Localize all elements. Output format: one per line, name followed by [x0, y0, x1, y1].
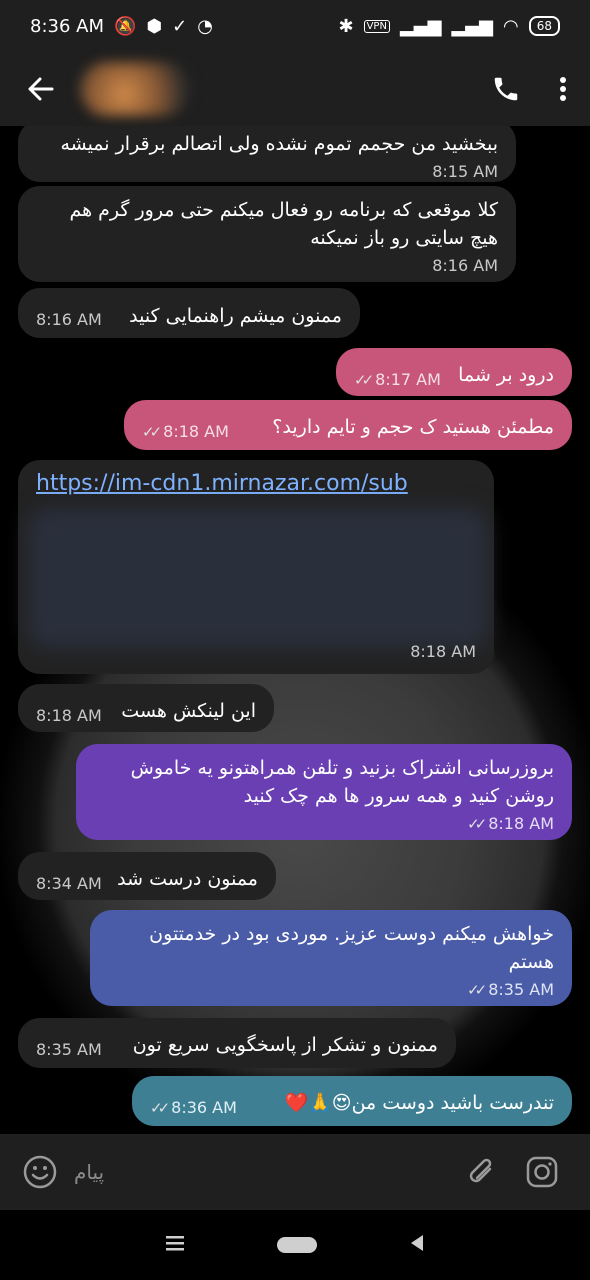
double-check-icon: ✓✓ — [354, 371, 374, 389]
message-outgoing[interactable]: بروزرسانی اشتراک بزنید و تلفن همراهتونو … — [76, 744, 572, 840]
message-outgoing[interactable]: ✓✓ 8:36 AM تندرست باشید دوست من😍🙏❤️ — [132, 1076, 572, 1126]
loading-icon: ◔ — [197, 15, 213, 37]
message-time: 8:34 AM — [36, 874, 102, 893]
battery-indicator: 68 — [528, 16, 560, 36]
back-button[interactable] — [0, 52, 80, 126]
signal-icon-2: ▂▄▆ — [451, 15, 493, 37]
message-time: 8:16 AM — [36, 310, 102, 329]
check-icon: ✓ — [172, 15, 188, 37]
camera-button[interactable] — [512, 1150, 572, 1194]
menu-lines-icon — [166, 1236, 185, 1251]
signal-icon: ▂▄▆ — [399, 15, 442, 37]
message-time: 8:16 AM — [432, 256, 498, 275]
message-text: ببخشید من حجمم تموم نشده ولی اتصالم برقر… — [60, 133, 498, 155]
message-time: 8:36 AM — [171, 1098, 237, 1117]
message-incoming[interactable]: 8:16 AM ممنون میشم راهنمایی کنید — [18, 288, 360, 338]
message-time: 8:18 AM — [163, 422, 229, 441]
more-vert-icon — [560, 77, 566, 101]
message-text: ممنون و تشکر از پاسخگویی سریع تون — [132, 1034, 438, 1056]
attach-button[interactable] — [452, 1150, 512, 1194]
message-incoming[interactable]: 8:18 AM این لینکش هست — [18, 684, 274, 732]
message-incoming-link[interactable]: https://im-cdn1.mirnazar.com/sub 8:18 AM — [18, 460, 494, 674]
blurred-content — [28, 508, 488, 648]
shield-icon: ⬢ — [146, 15, 163, 37]
back-nav-button[interactable] — [410, 1234, 424, 1256]
message-outgoing[interactable]: ✓✓ 8:18 AM مطمئن هستید ک حجم و تایم داری… — [124, 400, 572, 450]
message-time: 8:18 AM — [36, 706, 102, 725]
message-text: تندرست باشید دوست من😍🙏❤️ — [284, 1092, 554, 1114]
double-check-icon: ✓✓ — [467, 981, 487, 999]
vpn-badge: VPN — [363, 19, 390, 33]
mute-icon: 🔕 — [114, 15, 137, 37]
emoji-button[interactable] — [18, 1150, 62, 1194]
message-outgoing[interactable]: ✓✓ 8:17 AM درود بر شما — [336, 348, 572, 396]
chat-toolbar — [0, 52, 590, 126]
message-time: 8:35 AM — [488, 980, 554, 999]
back-arrow-icon — [28, 77, 54, 101]
message-link[interactable]: https://im-cdn1.mirnazar.com/sub — [36, 470, 476, 498]
message-text: ممنون درست شد — [117, 868, 258, 890]
more-options-button[interactable] — [536, 52, 590, 126]
message-time: 8:35 AM — [36, 1040, 102, 1059]
chat-area[interactable]: ببخشید من حجمم تموم نشده ولی اتصالم برقر… — [0, 126, 590, 1134]
message-time: 8:18 AM — [410, 642, 476, 661]
message-input-bar: پیام — [0, 1134, 590, 1210]
message-time: 8:15 AM — [432, 162, 498, 181]
message-incoming[interactable]: 8:34 AM ممنون درست شد — [18, 852, 276, 900]
call-button[interactable] — [476, 52, 536, 126]
wifi-icon: ◠ — [503, 15, 519, 37]
phone-icon — [494, 77, 518, 101]
message-text: بروزرسانی اشتراک بزنید و تلفن همراهتونو … — [130, 757, 554, 807]
bluetooth-icon: ✱ — [338, 15, 354, 37]
message-text: مطمئن هستید ک حجم و تایم دارید؟ — [272, 416, 554, 438]
message-outgoing[interactable]: خواهش میکنم دوست عزیز. موردی بود در خدمت… — [90, 910, 572, 1006]
system-nav-bar — [0, 1210, 590, 1280]
triangle-back-icon — [410, 1235, 423, 1251]
home-button[interactable] — [276, 1237, 317, 1253]
status-bar: 8:36 AM 🔕 ⬢ ✓ ◔ ✱ VPN ▂▄▆ ▂▄▆ ◠ 68 — [0, 0, 590, 52]
message-incoming[interactable]: ببخشید من حجمم تموم نشده ولی اتصالم برقر… — [18, 126, 516, 182]
message-text: کلا موقعی که برنامه رو فعال میکنم حتی مر… — [69, 199, 498, 249]
message-incoming[interactable]: 8:35 AM ممنون و تشکر از پاسخگویی سریع تو… — [18, 1018, 456, 1068]
message-input[interactable]: پیام — [62, 1160, 452, 1184]
message-incoming[interactable]: کلا موقعی که برنامه رو فعال میکنم حتی مر… — [18, 186, 516, 282]
message-time: 8:18 AM — [488, 814, 554, 833]
message-time: 8:17 AM — [375, 370, 441, 389]
double-check-icon: ✓✓ — [142, 423, 162, 441]
message-text: خواهش میکنم دوست عزیز. موردی بود در خدمت… — [149, 923, 554, 973]
emoji-icon — [23, 1155, 57, 1189]
status-time: 8:36 AM — [30, 15, 104, 37]
contact-avatar-blurred[interactable] — [80, 62, 190, 116]
attach-icon — [469, 1158, 492, 1183]
double-check-icon: ✓✓ — [467, 815, 487, 833]
message-text: درود بر شما — [458, 364, 554, 386]
recents-button[interactable] — [166, 1235, 185, 1255]
camera-icon — [526, 1156, 558, 1188]
double-check-icon: ✓✓ — [150, 1099, 170, 1117]
message-text: این لینکش هست — [121, 700, 256, 722]
message-text: ممنون میشم راهنمایی کنید — [129, 305, 342, 327]
